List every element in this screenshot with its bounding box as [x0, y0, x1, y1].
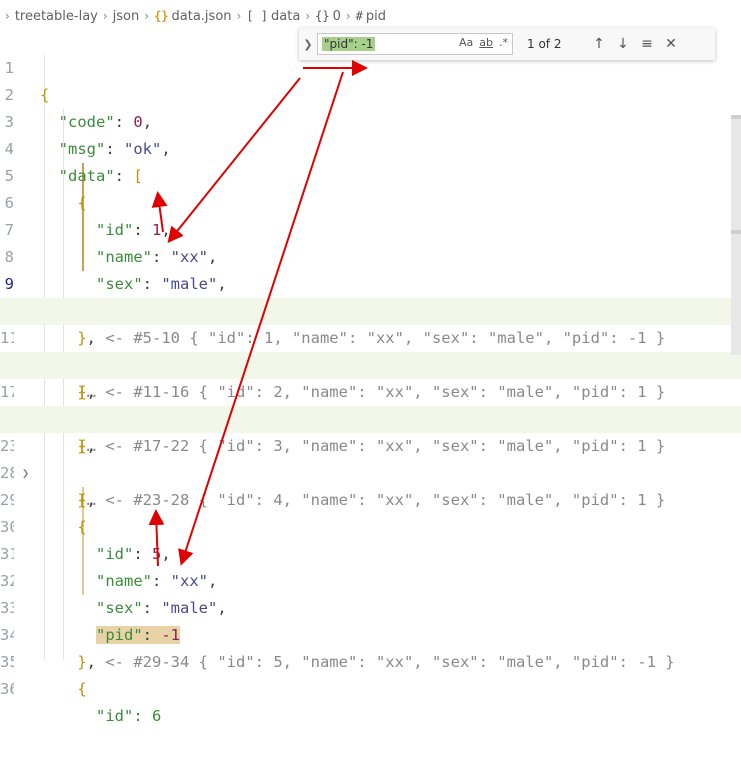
line-number: 36 — [0, 680, 14, 698]
find-widget: ❯ "pid": -1 Aa ab .* 1 of 2 ↑ ↓ ≡ ✕ — [299, 28, 715, 60]
code-line[interactable]: 34 }, <- #29-34 { "id": 5, "name": "xx",… — [0, 595, 741, 671]
array-icon: [ ] — [246, 9, 269, 23]
find-in-selection-icon[interactable]: ≡ — [635, 36, 659, 52]
chevron-right-icon: › — [305, 9, 311, 23]
brace: { — [77, 680, 87, 698]
code-line[interactable]: 22 }, <- #17-22 { "id": 3, "name": "xx",… — [0, 379, 741, 455]
json-braces-icon: {} — [154, 9, 169, 23]
chevron-right-icon: › — [5, 9, 10, 23]
code-line[interactable]: 6 "id": 1, — [0, 163, 741, 239]
code-line[interactable]: 35 { — [0, 622, 741, 698]
code-line[interactable]: 31 "name": "xx", — [0, 514, 741, 590]
find-query[interactable]: "pid": -1 — [322, 37, 376, 51]
code-line[interactable]: 36 "id": 6 — [0, 649, 741, 725]
breadcrumb-label: treetable-lay — [14, 8, 98, 24]
vertical-scrollbar[interactable] — [731, 115, 741, 355]
code-line-folded[interactable]: 23 ❯ {… — [0, 406, 741, 509]
whole-word-icon[interactable]: ab — [479, 36, 493, 49]
code-line[interactable]: 33 "pid": -1 — [0, 568, 741, 644]
chevron-right-icon: › — [236, 9, 242, 23]
code-line[interactable]: 10 }, <- #5-10 { "id": 1, "name": "xx", … — [0, 271, 741, 347]
chevron-right-icon: › — [144, 9, 150, 23]
scrollbar-marker — [731, 230, 741, 234]
code-line[interactable]: 32 "sex": "male", — [0, 541, 741, 617]
object-icon: {} — [315, 9, 330, 23]
breadcrumb-item-index[interactable]: {} 0 — [315, 9, 341, 24]
code-line-folded[interactable]: 11 ❯ {… — [0, 298, 741, 401]
toggle-replace-chevron-icon[interactable]: ❯ — [299, 38, 317, 51]
code-line[interactable]: 8 "sex": "male", — [0, 217, 741, 293]
number-icon: # — [355, 9, 363, 23]
json-key: "id": 6 — [96, 707, 162, 725]
breadcrumb-label: 0 — [332, 8, 341, 24]
code-line-folded[interactable]: 17 ❯ {… — [0, 352, 741, 455]
match-case-icon[interactable]: Aa — [459, 36, 473, 49]
code-line[interactable]: 3 "msg": "ok", — [0, 82, 741, 158]
code-line[interactable]: 5 { — [0, 136, 741, 212]
chevron-right-icon: › — [345, 9, 351, 23]
match-count: 1 of 2 — [527, 37, 562, 51]
chevron-right-icon: › — [102, 9, 108, 23]
breadcrumb-label: data — [271, 8, 301, 24]
breadcrumb-label: data.json — [171, 8, 232, 24]
breadcrumb-item-pid[interactable]: # pid — [356, 9, 386, 24]
code-line-active[interactable]: 9 "pid": -1 — [0, 244, 741, 320]
code-line[interactable]: 7 "name": "xx", — [0, 190, 741, 266]
close-icon[interactable]: ✕ — [659, 36, 683, 52]
breadcrumb-item-file[interactable]: {} data.json — [154, 9, 231, 24]
code-line[interactable]: 29 { — [0, 460, 741, 536]
find-input[interactable]: "pid": -1 Aa ab .* — [317, 33, 513, 55]
breadcrumb-label: json — [112, 8, 140, 24]
breadcrumb-label: pid — [365, 8, 387, 24]
regex-icon[interactable]: .* — [499, 36, 508, 49]
breadcrumb-item-data[interactable]: [ ] data — [246, 9, 300, 24]
code-line[interactable]: 28 }, <- #23-28 { "id": 4, "name": "xx",… — [0, 433, 741, 509]
code-editor[interactable]: 1 { 2 "code": 0, 3 "msg": "ok", 4 "data"… — [0, 28, 741, 725]
scrollbar-marker — [731, 115, 741, 119]
breadcrumb-item-json-folder[interactable]: json — [113, 9, 140, 24]
code-line[interactable]: 30 "id": 5, — [0, 487, 741, 563]
arrow-up-icon[interactable]: ↑ — [587, 36, 611, 52]
arrow-down-icon[interactable]: ↓ — [611, 36, 635, 52]
code-line[interactable]: 4 "data": [ — [0, 109, 741, 185]
code-line[interactable]: 16 }, <- #11-16 { "id": 2, "name": "xx",… — [0, 325, 741, 401]
breadcrumb-item-folder[interactable]: treetable-lay — [15, 9, 98, 24]
